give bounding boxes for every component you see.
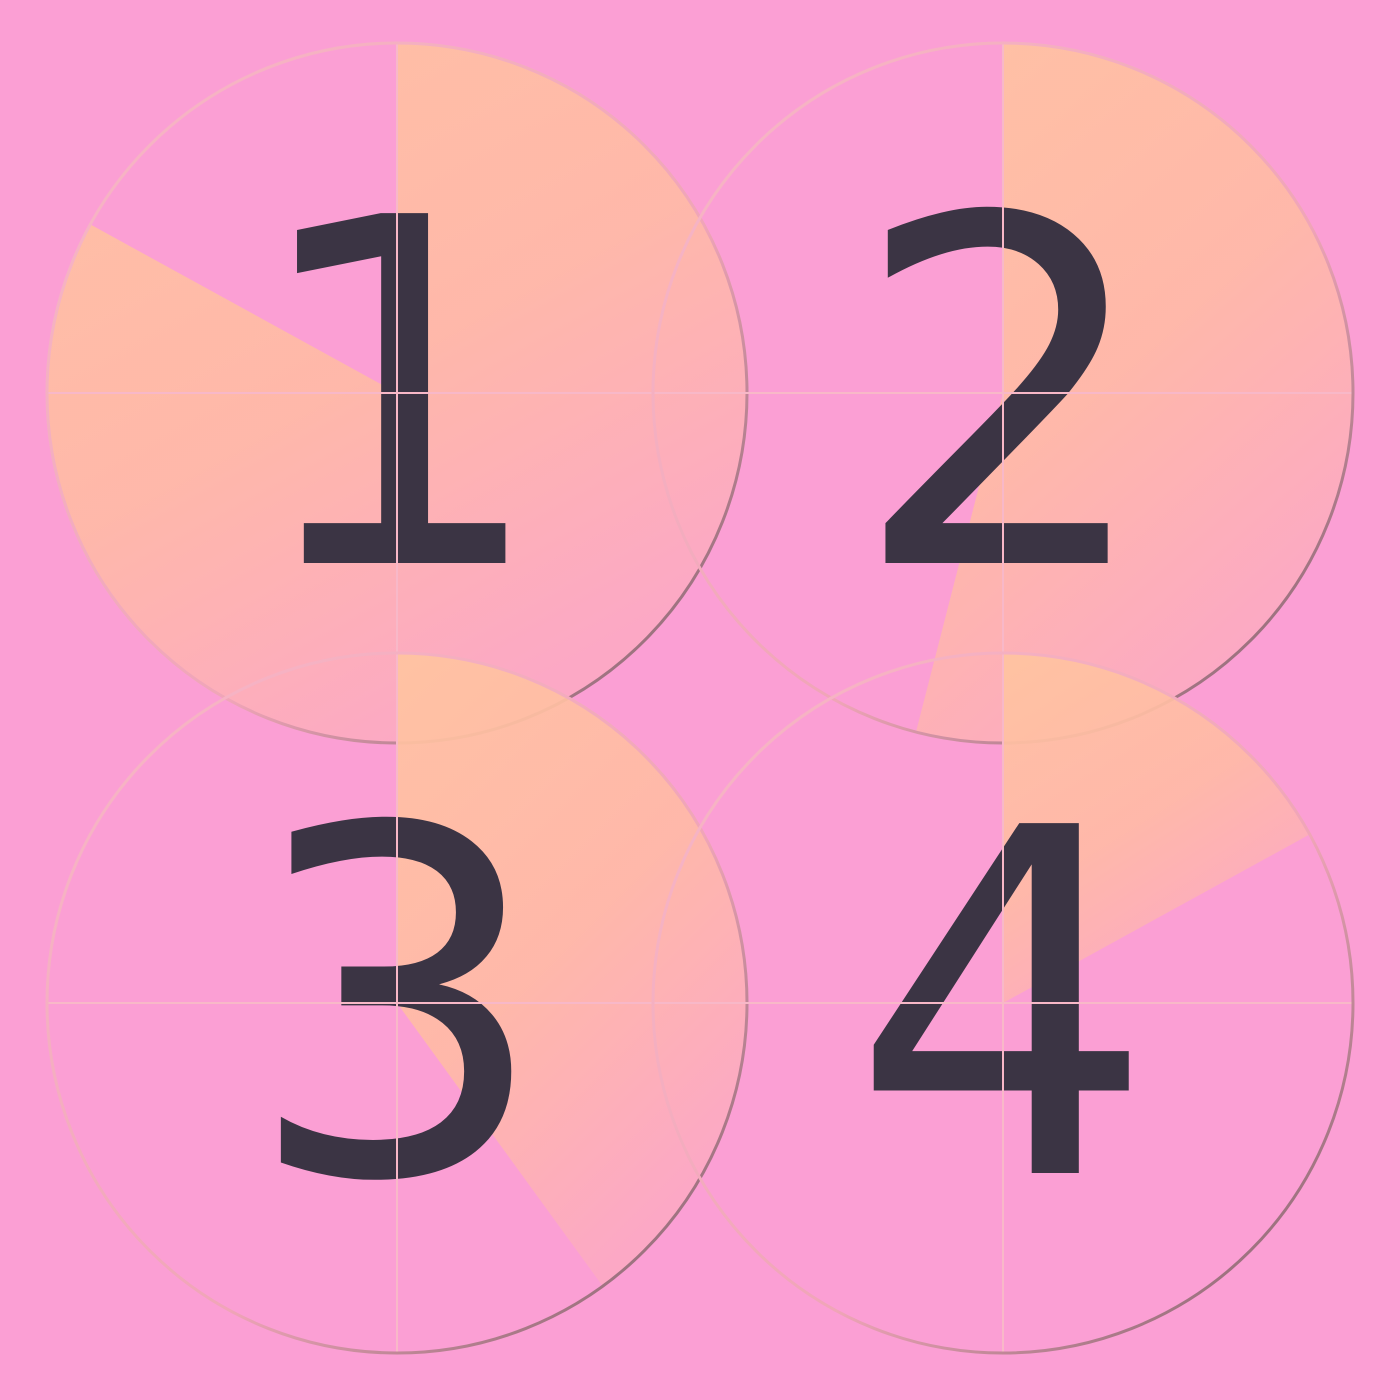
countdown-artwork: 1 2 3 4	[0, 0, 1400, 1400]
tile-2: 2	[651, 41, 1355, 745]
tile-3: 3	[45, 651, 749, 1355]
tile-1: 1	[45, 41, 749, 745]
tile-4: 4	[651, 651, 1355, 1355]
countdown-svg: 1 2 3 4	[45, 41, 1355, 1355]
